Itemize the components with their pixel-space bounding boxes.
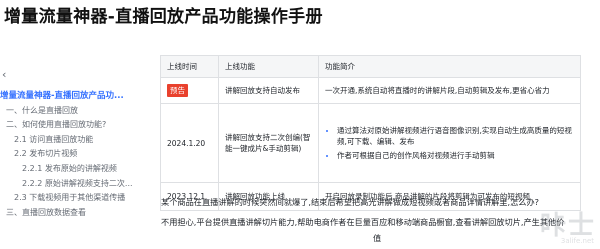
toc-item-section-2-1[interactable]: 2.1 访问直播回放功能 <box>0 133 140 148</box>
table-row: 预告 讲解回放支持自动发布 一次开通,系统自动将直播时的讲解片段,自动剪辑及发布… <box>160 77 581 104</box>
toc-item-section-1[interactable]: 一、什么是直播回放 <box>0 104 140 119</box>
body-paragraph-answer: 不用担心,平台提供直播讲解切片能力,帮助电商作者在巨量百应和移动端商品橱窗,查看… <box>161 217 565 227</box>
toc-item-section-2-2[interactable]: 2.2 发布切片视频 <box>0 147 140 162</box>
toc-list: 增量流量神器-直播回放产品功... 一、什么是直播回放 二、如何使用直播回放功能… <box>0 89 140 220</box>
toc-item-section-2-2-1[interactable]: 2.2.1 发布原始的讲解视频 <box>0 162 140 177</box>
toc-item-doc-title[interactable]: 增量流量神器-直播回放产品功... <box>0 89 140 104</box>
body-paragraph-question: 某个商品在直播讲解的时候突然间就爆了,结束后希望把高光讲解做成短视频或者商品详情… <box>161 197 539 207</box>
toc-item-section-2-3[interactable]: 2.3 下载视频用于其他渠道传播 <box>0 191 140 206</box>
column-header-time: 上线时间 <box>160 55 219 78</box>
site-watermark: 咔士 3alife.net <box>522 205 596 245</box>
watermark-url: 3alife.net <box>560 237 594 245</box>
table-header-row: 上线时间 上线功能 功能简介 <box>160 55 581 78</box>
body-paragraph-answer-cont: 值 <box>373 233 382 243</box>
table-cell-intro: 通过算法对原始讲解视频进行语音图像识别,实现自动生成高质量的短视频,可下载、编辑… <box>318 103 581 183</box>
preview-badge: 预告 <box>167 84 188 97</box>
intro-bullet-list: 通过算法对原始讲解视频进行语音图像识别,实现自动生成高质量的短视频,可下载、编辑… <box>325 125 574 161</box>
table-cell-time: 预告 <box>160 77 219 104</box>
collapse-toc-icon[interactable]: ‹ <box>2 68 6 81</box>
toc-item-section-2[interactable]: 二、如何使用直播回放功能? <box>0 118 140 133</box>
page-title: 增量流量神器-直播回放产品功能操作手册 <box>4 7 323 27</box>
table-cell-time: 2024.1.20 <box>160 103 219 183</box>
table-cell-feature: 讲解回放支持二次创编(智能一键成片&手动剪辑) <box>218 103 319 183</box>
toc-item-section-3[interactable]: 三、直播回放数据查看 <box>0 206 140 221</box>
table-cell-intro: 一次开通,系统自动将直播时的讲解片段,自动剪辑及发布,更省心省力 <box>318 77 581 104</box>
table-cell-feature: 讲解回放支持自动发布 <box>218 77 319 104</box>
column-header-intro: 功能简介 <box>318 55 581 78</box>
feature-release-table: 上线时间 上线功能 功能简介 预告 讲解回放支持自动发布 一次开通,系统自动将直… <box>160 55 581 211</box>
table-row: 2024.1.20 讲解回放支持二次创编(智能一键成片&手动剪辑) 通过算法对原… <box>160 103 581 183</box>
column-header-feature: 上线功能 <box>218 55 319 78</box>
toc-item-section-2-2-2[interactable]: 2.2.2 原始讲解视频支持二次... <box>0 177 140 192</box>
intro-bullet: 通过算法对原始讲解视频进行语音图像识别,实现自动生成高质量的短视频,可下载、编辑… <box>337 125 574 147</box>
intro-bullet: 作者可根据自己的创作风格对视频进行手动剪辑 <box>337 150 574 161</box>
